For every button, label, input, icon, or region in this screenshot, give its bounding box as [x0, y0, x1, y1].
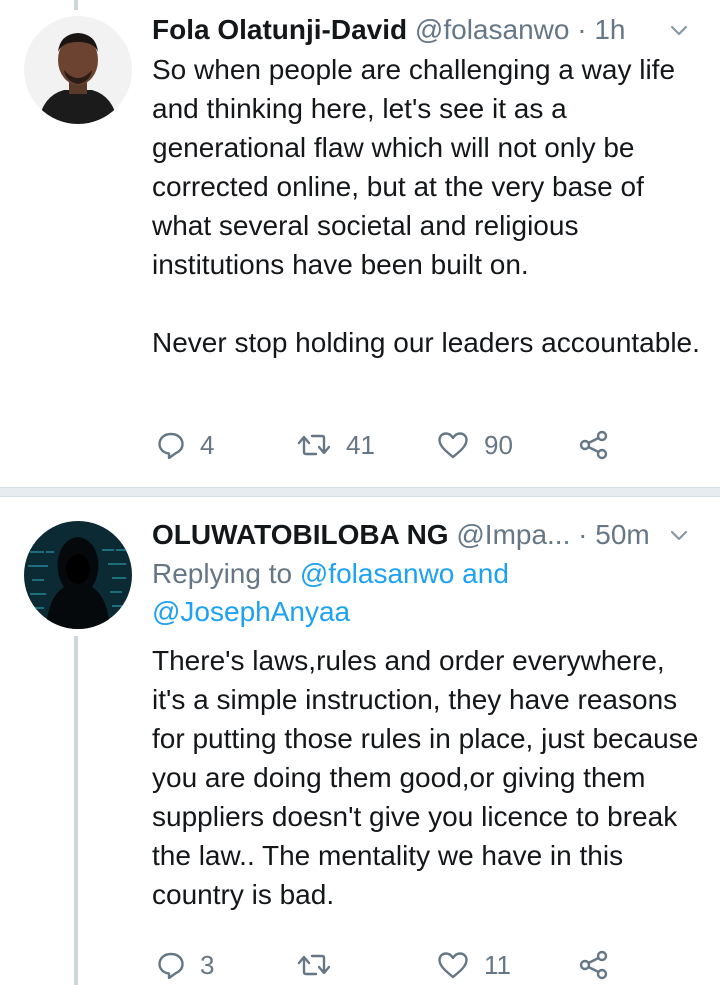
timestamp[interactable]: 1h — [594, 14, 625, 45]
tweet[interactable]: OLUWATOBILOBA NG @Impa... · 50m Replying… — [0, 497, 720, 985]
tweet[interactable]: Fola Olatunji-David @folasanwo · 1h So w… — [0, 0, 720, 487]
chevron-down-icon[interactable] — [668, 19, 690, 41]
reply-count: 4 — [200, 429, 215, 460]
tweet-header: OLUWATOBILOBA NG @Impa... · 50m — [152, 515, 700, 555]
timestamp[interactable]: 50m — [595, 519, 649, 550]
tweet-actions: 3 11 — [152, 945, 672, 985]
reply-button[interactable]: 4 — [156, 425, 214, 465]
retweet-count: 41 — [346, 429, 375, 460]
retweet-button[interactable]: 41 — [296, 425, 375, 465]
retweet-button[interactable] — [296, 945, 346, 985]
mention-link[interactable]: @folasanwo — [300, 558, 455, 589]
tweet-text: So when people are challenging a way lif… — [152, 54, 700, 358]
replying-to: Replying to @folasanwo and @JosephAnyaa — [152, 555, 700, 631]
replying-to-label: Replying to — [152, 558, 293, 589]
share-icon — [579, 950, 608, 980]
thread-connector-bottom — [74, 636, 78, 985]
tweet-actions: 4 41 90 — [152, 425, 672, 465]
tweet-divider — [0, 487, 720, 497]
separator-dot: · — [578, 519, 588, 550]
mention-and[interactable]: and — [462, 558, 509, 589]
share-button[interactable] — [578, 425, 610, 465]
heart-icon — [438, 432, 468, 459]
reply-button[interactable]: 3 — [156, 945, 214, 985]
avatar[interactable] — [24, 521, 132, 629]
retweet-icon — [297, 954, 331, 976]
share-button[interactable] — [578, 945, 610, 985]
mention-link[interactable]: @JosephAnyaa — [152, 596, 350, 627]
like-count: 11 — [484, 949, 511, 980]
like-count: 90 — [484, 429, 513, 460]
user-handle[interactable]: @folasanwo — [415, 14, 570, 45]
user-handle[interactable]: @Impa... — [456, 519, 570, 550]
separator-dot: · — [577, 14, 587, 45]
display-name[interactable]: OLUWATOBILOBA NG — [152, 519, 449, 550]
reply-icon — [158, 432, 184, 460]
tweet-header: Fola Olatunji-David @folasanwo · 1h — [152, 10, 700, 50]
avatar[interactable] — [24, 16, 132, 124]
display-name[interactable]: Fola Olatunji-David — [152, 14, 407, 45]
reply-count: 3 — [200, 949, 215, 980]
retweet-icon — [297, 434, 331, 456]
reply-icon — [158, 952, 184, 980]
chevron-down-icon[interactable] — [668, 524, 690, 546]
tweet-text: There's laws,rules and order everywhere,… — [152, 645, 699, 910]
like-button[interactable]: 90 — [436, 425, 513, 465]
share-icon — [579, 430, 608, 460]
heart-icon — [438, 952, 468, 979]
like-button[interactable]: 11 — [436, 945, 511, 985]
